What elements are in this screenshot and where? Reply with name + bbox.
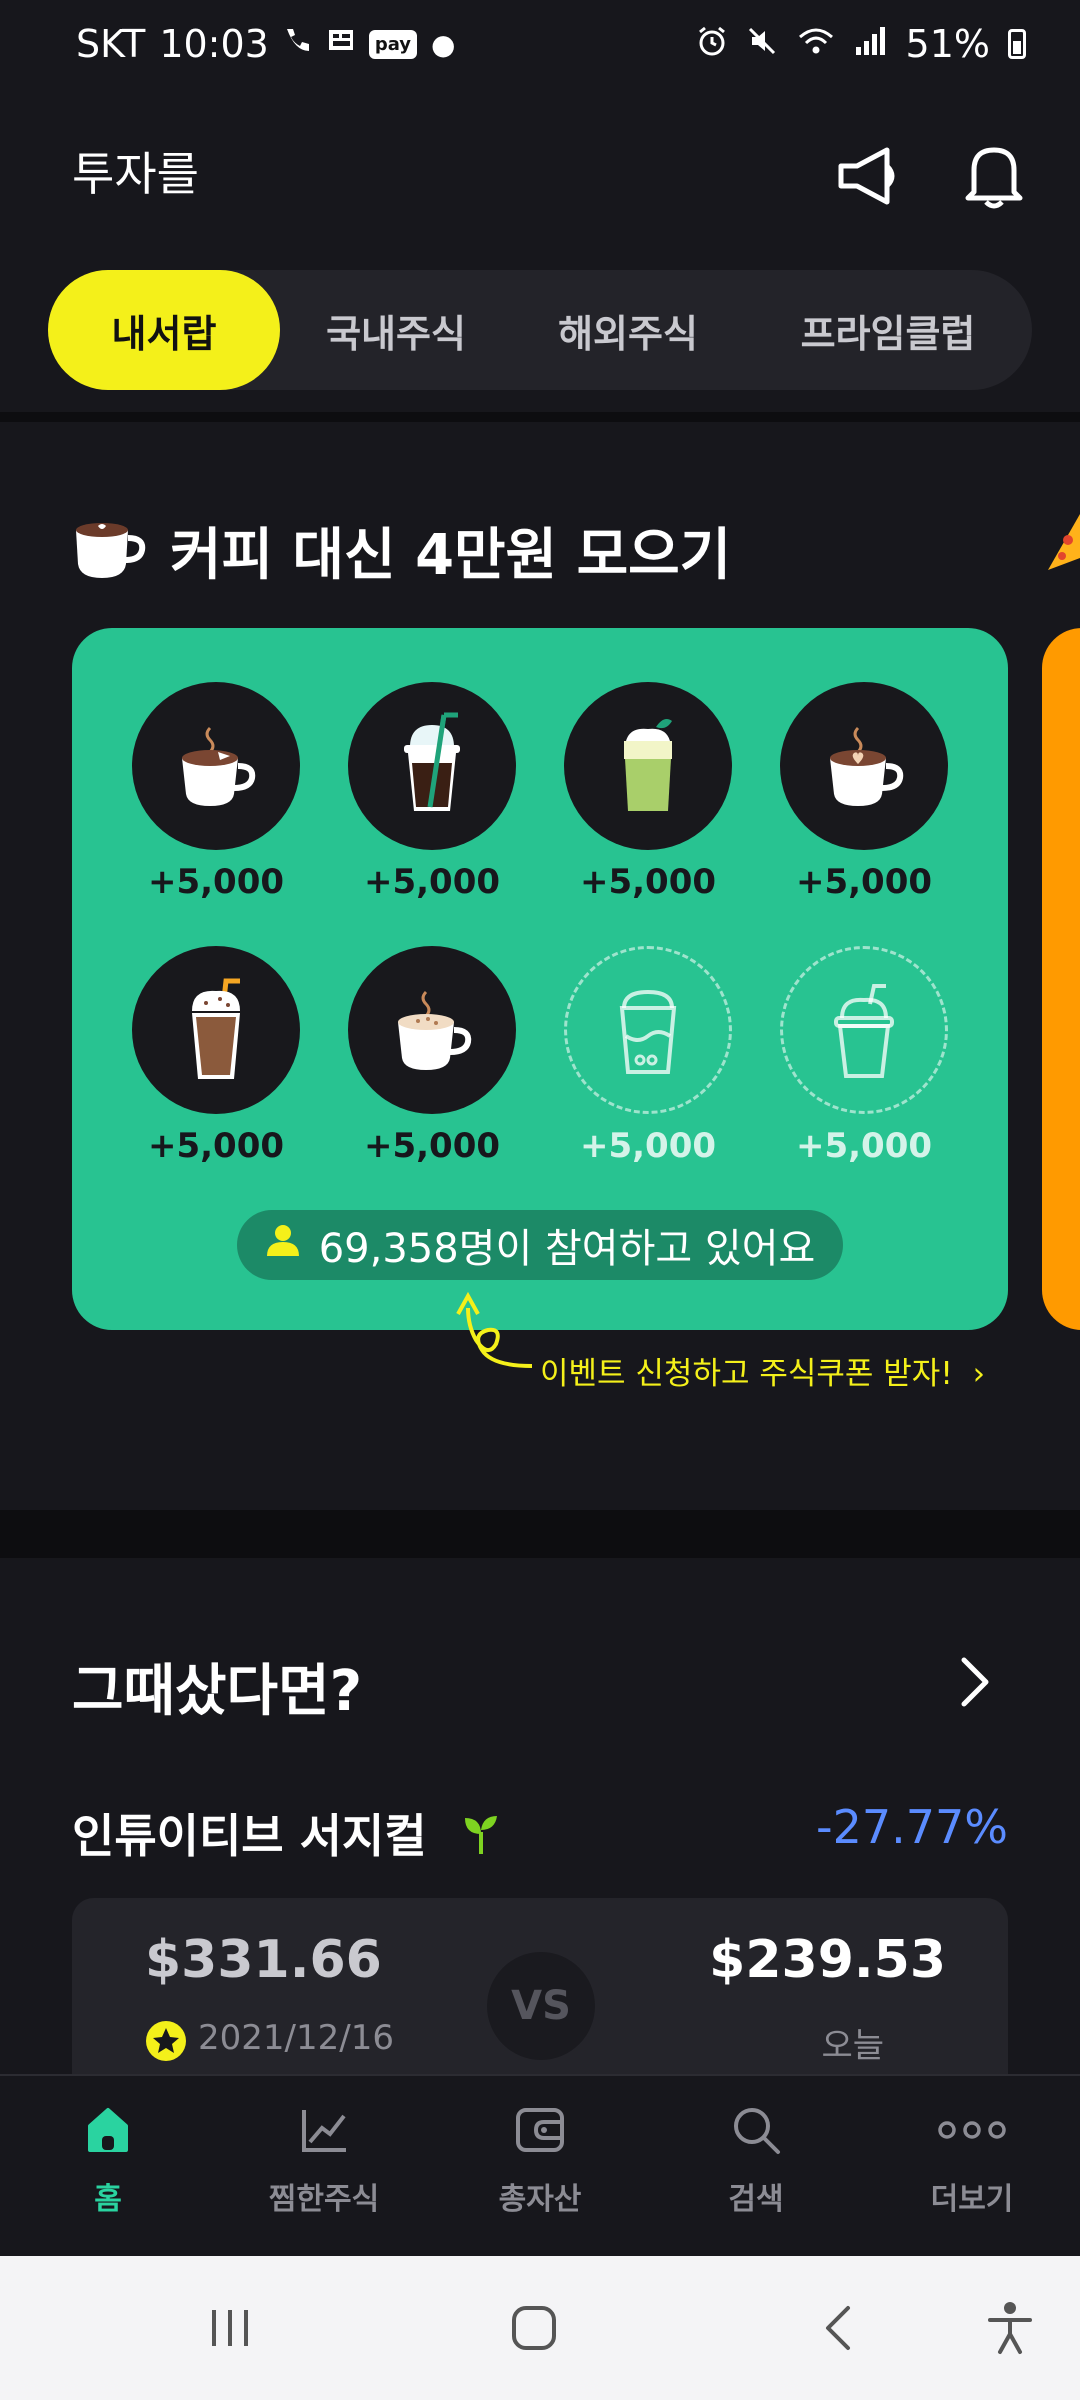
current-price: $239.53	[709, 1930, 946, 1990]
coffee-challenge-title[interactable]: 커피 대신 4만원 모으기	[170, 510, 731, 591]
mute-icon	[746, 22, 778, 66]
page-title: 투자를	[72, 147, 199, 201]
cup-amount: +5,000	[147, 862, 285, 902]
pizza-icon	[1046, 510, 1080, 584]
cup-amount: +5,000	[795, 1126, 933, 1166]
old-date: 2021/12/16	[198, 2018, 394, 2058]
nav-label: 검색	[728, 2182, 784, 2217]
carrier-label: SKT	[76, 22, 146, 66]
section-divider	[0, 1510, 1080, 1558]
chevron-right-icon: ›	[972, 1356, 986, 1392]
nav-label: 더보기	[930, 2182, 1014, 2217]
tab-domestic-stocks[interactable]: 국내주식	[280, 270, 512, 390]
chevron-right-icon[interactable]	[954, 1654, 994, 1714]
latte-cup-icon	[132, 682, 300, 850]
iced-coffee-icon	[348, 682, 516, 850]
stock-change: -27.77%	[816, 1800, 1008, 1854]
participants-pill: 69,358명이 참여하고 있어요	[237, 1210, 843, 1280]
dot-icon: ●	[431, 27, 456, 61]
today-label: 오늘	[821, 2026, 884, 2066]
search-icon	[730, 2104, 782, 2160]
pay-badge: pay	[368, 29, 418, 59]
more-icon	[937, 2104, 1007, 2160]
clock: 10:03	[159, 22, 269, 66]
call-icon	[283, 25, 313, 63]
tab-bar: 내서랍 국내주식 해외주식 프라임클럽	[48, 270, 1032, 390]
gallery-icon	[327, 26, 355, 62]
cup-amount: +5,000	[363, 862, 501, 902]
cup-amount: +5,000	[363, 1126, 501, 1166]
wifi-icon	[796, 22, 836, 66]
nav-label: 홈	[94, 2182, 122, 2217]
cup-amount: +5,000	[579, 1126, 717, 1166]
tab-prime-club[interactable]: 프라임클럽	[744, 270, 1032, 390]
status-left: SKT 10:03 pay ●	[76, 22, 455, 66]
iced-mocha-icon	[132, 946, 300, 1114]
alarm-icon	[696, 22, 728, 66]
stock-name[interactable]: 인튜이티브 서지컬	[72, 1800, 501, 1867]
participants-text: 69,358명이 참여하고 있어요	[318, 1226, 816, 1272]
nav-label: 찜한주식	[268, 2182, 380, 2217]
event-link-text: 이벤트 신청하고 주식쿠폰 받자!	[540, 1356, 953, 1392]
heart-latte-icon	[780, 682, 948, 850]
event-link[interactable]: 이벤트 신청하고 주식쿠폰 받자! ›	[540, 1348, 985, 1393]
tab-my-drawer[interactable]: 내서랍	[48, 270, 280, 390]
nav-label: 총자산	[498, 2182, 582, 2217]
cup-amount: +5,000	[147, 1126, 285, 1166]
section-divider	[0, 412, 1080, 422]
nav-home[interactable]: 홈	[28, 2104, 188, 2218]
cappuccino-icon	[348, 946, 516, 1114]
cup-amount: +5,000	[579, 862, 717, 902]
cup-amount: +5,000	[795, 862, 933, 902]
person-icon	[265, 1222, 301, 1268]
old-price: $331.66	[145, 1930, 382, 1990]
chart-icon	[298, 2104, 350, 2160]
tab-overseas-stocks[interactable]: 해외주식	[512, 270, 744, 390]
accessibility-button[interactable]	[960, 2256, 1060, 2400]
battery-icon	[1008, 29, 1026, 59]
nav-total-assets[interactable]: 총자산	[460, 2104, 620, 2218]
nav-more[interactable]: 더보기	[892, 2104, 1052, 2218]
nav-search[interactable]: 검색	[676, 2104, 836, 2218]
star-badge-icon	[145, 2020, 187, 2066]
vs-badge: VS	[487, 1952, 595, 2060]
recent-apps-button[interactable]	[180, 2256, 280, 2400]
home-icon	[82, 2104, 134, 2160]
next-challenge-card[interactable]	[1042, 628, 1080, 1330]
sprout-icon	[461, 1812, 501, 1867]
swirl-arrow-icon	[452, 1290, 536, 1374]
bubble-tea-icon	[564, 946, 732, 1114]
home-button[interactable]	[484, 2256, 584, 2400]
status-bar: SKT 10:03 pay ● 51%	[0, 0, 1080, 96]
status-right: 51%	[696, 22, 1026, 66]
stock-name-text: 인튜이티브 서지컬	[72, 1809, 427, 1863]
matcha-latte-icon	[564, 682, 732, 850]
battery-percent: 51%	[905, 22, 990, 66]
nav-watchlist[interactable]: 찜한주식	[244, 2104, 404, 2218]
if-bought-title[interactable]: 그때샀다면?	[72, 1646, 362, 1727]
frappe-icon	[780, 946, 948, 1114]
announcement-icon[interactable]	[834, 140, 906, 212]
bell-icon[interactable]	[958, 140, 1030, 212]
back-button[interactable]	[788, 2256, 888, 2400]
coffee-cup-icon	[72, 516, 148, 586]
signal-icon	[854, 22, 888, 66]
wallet-icon	[514, 2104, 566, 2160]
